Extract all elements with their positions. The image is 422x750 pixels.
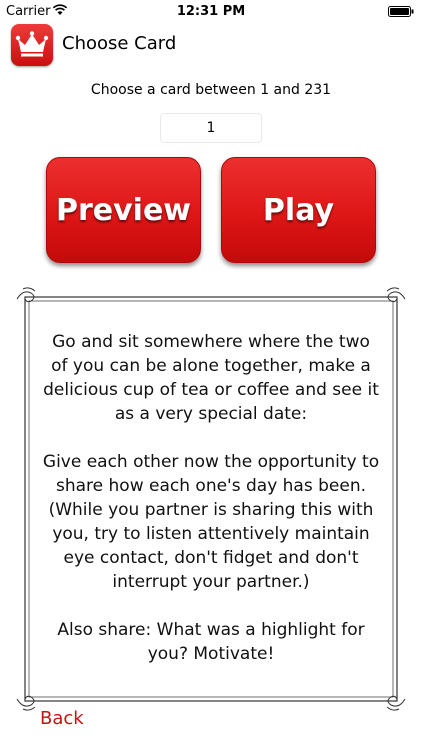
crown-icon [15,31,49,57]
card-paragraph: Go and sit somewhere where the two of yo… [43,332,379,424]
back-button[interactable]: Back [40,708,84,729]
battery-icon [388,6,414,17]
card-number-input[interactable] [160,113,262,143]
status-bar: Carrier 12:31 PM [0,0,422,24]
preview-button[interactable]: Preview [46,157,201,263]
card-range-prompt: Choose a card between 1 and 231 [90,82,332,98]
card-content: Go and sit somewhere where the two of yo… [42,330,380,690]
play-button[interactable]: Play [221,157,376,263]
clock-label: 12:31 PM [176,4,246,19]
card-paragraph: Give each other now the opportunity to s… [42,452,380,592]
app-logo [11,24,53,66]
page-title: Choose Card [62,33,177,54]
card-paragraph: Also share: What was a highlight for you… [57,620,365,664]
